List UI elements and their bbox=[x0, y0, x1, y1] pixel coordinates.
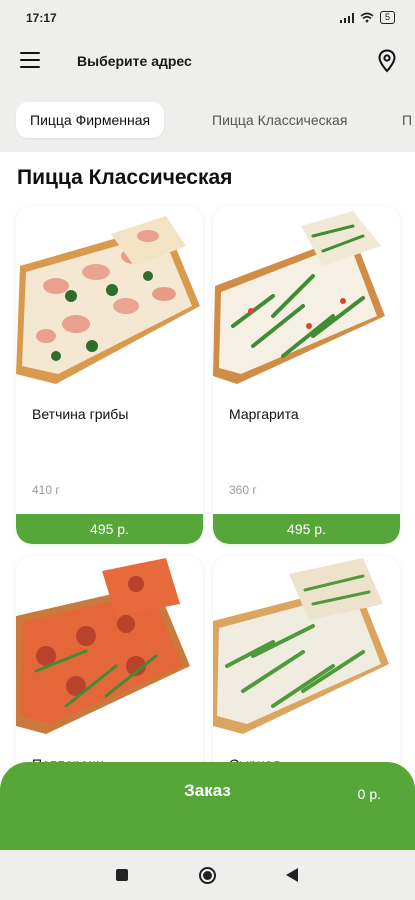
section-title: Пицца Классическая bbox=[17, 166, 233, 189]
menu-icon[interactable] bbox=[20, 52, 40, 68]
pizza-image bbox=[16, 216, 200, 384]
price-button[interactable]: 495 р. bbox=[213, 514, 400, 544]
address-selector[interactable]: Выберите адрес bbox=[77, 53, 192, 69]
status-icons: 5 bbox=[339, 11, 395, 24]
signal-icon bbox=[339, 12, 354, 23]
recent-apps-icon[interactable] bbox=[116, 869, 128, 881]
pizza-image bbox=[213, 558, 389, 734]
product-weight: 360 г bbox=[229, 483, 257, 497]
battery-icon: 5 bbox=[379, 11, 395, 24]
home-icon[interactable] bbox=[199, 867, 216, 884]
tab-next[interactable]: П bbox=[402, 102, 412, 138]
order-total: 0 р. bbox=[357, 786, 381, 802]
pizza-image bbox=[16, 558, 190, 734]
category-tabs: Пицца Фирменная Пицца Классическая П bbox=[0, 86, 415, 152]
pizza-image bbox=[213, 211, 385, 384]
price-button[interactable]: 495 р. bbox=[16, 514, 203, 544]
tab-pizza-classic[interactable]: Пицца Классическая bbox=[212, 102, 347, 138]
status-bar: 17:17 5 bbox=[0, 0, 415, 36]
order-button[interactable]: Заказ 0 р. bbox=[0, 762, 415, 850]
status-time: 17:17 bbox=[26, 11, 57, 25]
system-nav-bar bbox=[0, 850, 415, 900]
order-label: Заказ bbox=[184, 781, 231, 800]
tab-pizza-signature[interactable]: Пицца Фирменная bbox=[16, 102, 165, 138]
product-name: Маргарита bbox=[229, 406, 299, 422]
product-card[interactable]: Маргарита 360 г 495 р. bbox=[213, 206, 400, 544]
app-bar: Выберите адрес bbox=[0, 36, 415, 86]
location-pin-icon[interactable] bbox=[377, 49, 397, 73]
wifi-icon bbox=[360, 12, 374, 23]
product-card[interactable]: Ветчина грибы 410 г 495 р. bbox=[16, 206, 203, 544]
product-weight: 410 г bbox=[32, 483, 60, 497]
product-name: Ветчина грибы bbox=[32, 406, 129, 422]
back-icon[interactable] bbox=[286, 868, 298, 882]
